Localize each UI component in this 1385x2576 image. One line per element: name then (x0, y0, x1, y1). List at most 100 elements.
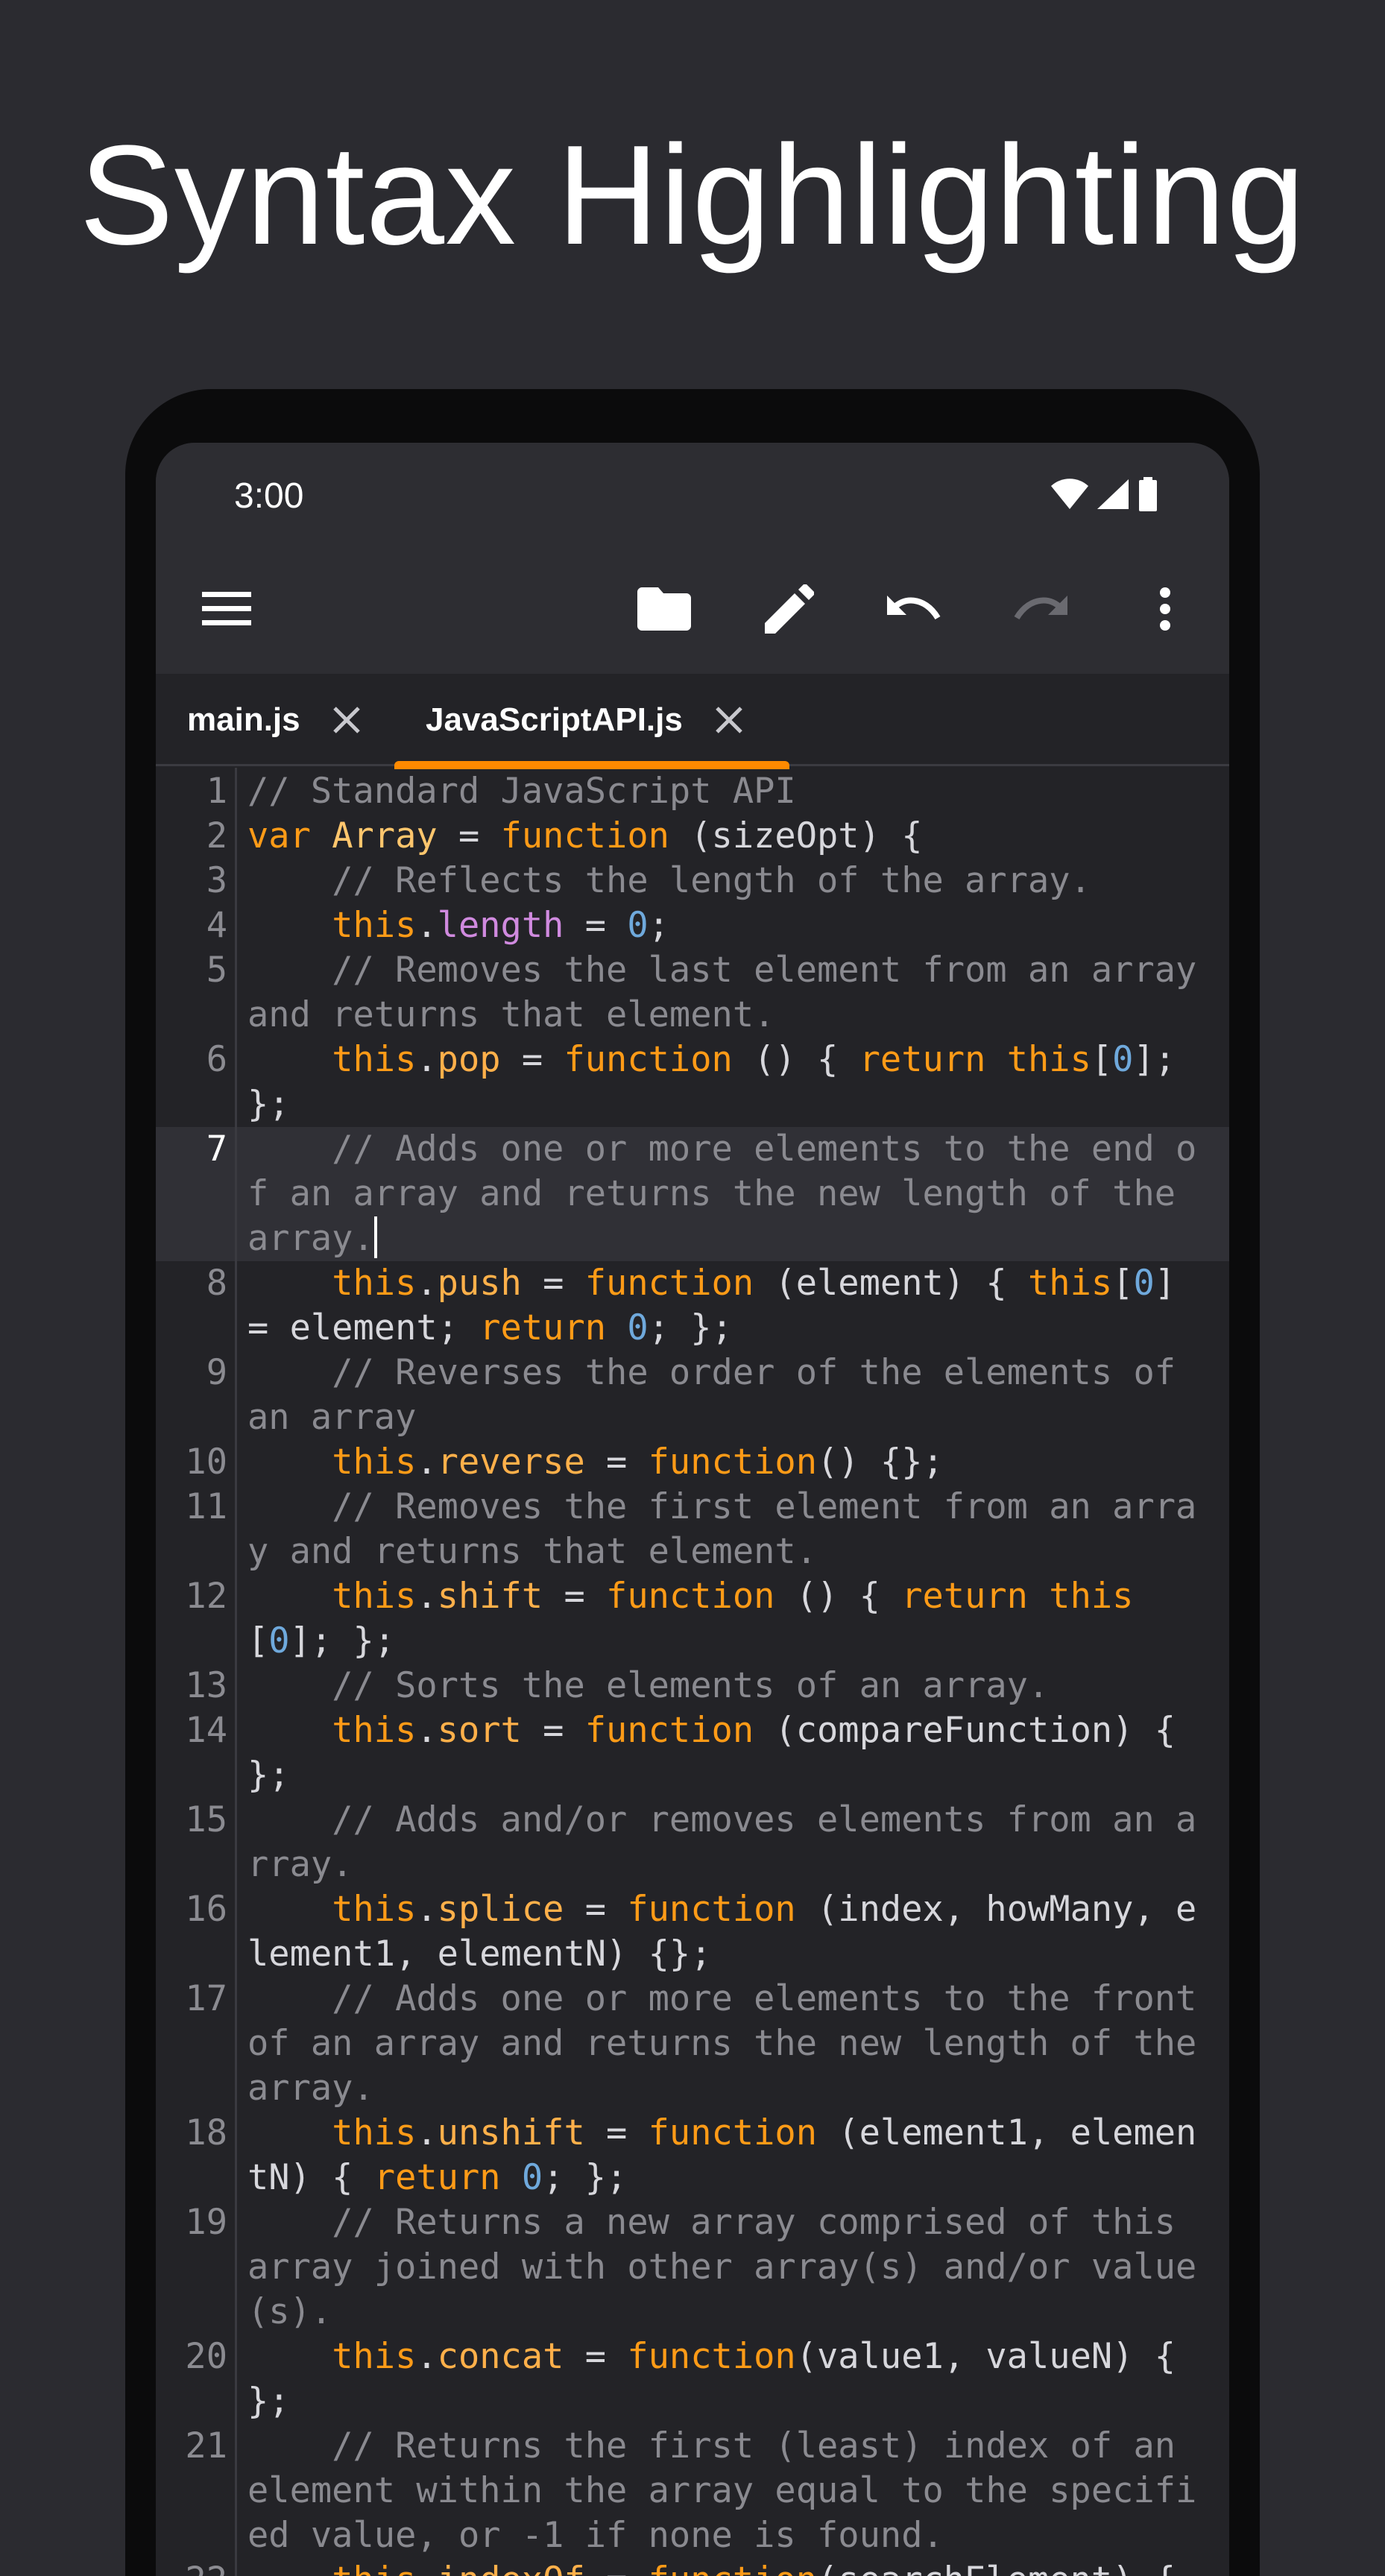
token-plain: = (584, 2112, 649, 2153)
code-line[interactable]: 12 this.shift = function () { return thi… (156, 1574, 1229, 1664)
token-keyword: this (332, 2560, 416, 2576)
token-plain: () { (732, 1039, 859, 1080)
token-plain: . (416, 1263, 438, 1304)
line-number: 2 (206, 815, 227, 856)
token-number: 0 (268, 1620, 290, 1661)
more-options-button[interactable] (1135, 581, 1195, 640)
edit-button[interactable] (760, 581, 819, 640)
open-folder-button[interactable] (634, 581, 694, 640)
code-text: // Sorts the elements of an array. (247, 1664, 1209, 1708)
token-keyword: return (373, 2157, 501, 2198)
code-line[interactable]: 10 this.reverse = function() {}; (156, 1440, 1229, 1485)
status-icons (1051, 477, 1158, 515)
battery-icon (1138, 477, 1158, 515)
wifi-icon (1051, 478, 1088, 514)
token-plain: = (543, 1576, 607, 1617)
close-icon[interactable] (330, 704, 363, 736)
text-cursor (373, 1216, 377, 1258)
code-line[interactable]: 13 // Sorts the elements of an array. (156, 1664, 1229, 1708)
code-line[interactable]: 20 this.concat = function(value1, valueN… (156, 2334, 1229, 2424)
token-method: splice (437, 1889, 564, 1930)
code-line[interactable]: 3 // Reflects the length of the array. (156, 859, 1229, 903)
code-editor[interactable]: 1 // Standard JavaScript API 2 var Array = … (156, 768, 1229, 2576)
code-line[interactable]: 11 // Removes the first element from an … (156, 1485, 1229, 1574)
token-keyword: function (584, 1263, 754, 1304)
code-line[interactable]: 8 this.push = function (element) { this[… (156, 1261, 1229, 1351)
menu-button[interactable] (197, 581, 256, 640)
token-keyword: return (479, 1307, 607, 1348)
code-line[interactable]: 15 // Adds and/or removes elements from … (156, 1798, 1229, 1887)
code-text: this.shift = function () { return this [0… (247, 1574, 1209, 1664)
line-number: 16 (185, 1889, 227, 1930)
line-number: 8 (206, 1263, 227, 1304)
app-toolbar (156, 547, 1229, 674)
line-number: 7 (206, 1128, 227, 1169)
tab-main-js[interactable]: main.js (187, 674, 363, 766)
token-comment: // Reflects the length of the array. (332, 860, 1091, 901)
token-keyword: function (564, 1039, 733, 1080)
code-line[interactable]: 14 this.sort = function (compareFunction… (156, 1708, 1229, 1798)
signal-icon (1096, 478, 1130, 514)
file-tabs: main.js JavaScriptAPI.js (156, 674, 1229, 766)
code-line[interactable]: 19 // Returns a new array comprised of t… (156, 2200, 1229, 2334)
line-number: 11 (185, 1486, 227, 1527)
code-text: var Array = function (sizeOpt) { (247, 814, 1209, 859)
tab-javascriptapi-js[interactable]: JavaScriptAPI.js (426, 674, 745, 766)
code-line[interactable]: 9 // Reverses the order of the elements … (156, 1351, 1229, 1440)
code-line[interactable]: 1 // Standard JavaScript API (156, 769, 1229, 814)
token-keyword: function (648, 2112, 818, 2153)
redo-icon (1012, 593, 1067, 629)
redo-button[interactable] (1010, 581, 1070, 640)
line-number: 5 (206, 950, 227, 991)
token-plain: [ (247, 1620, 269, 1661)
close-icon[interactable] (713, 704, 745, 736)
token-plain: . (416, 905, 438, 946)
token-plain: . (416, 1710, 438, 1751)
code-line[interactable]: 7 // Adds one or more elements to the en… (156, 1127, 1229, 1261)
token-comment: // Adds one or more elements to the fron… (247, 1978, 1218, 2109)
code-text: this.pop = function () { return this[0];… (247, 1038, 1209, 1127)
code-line[interactable]: 18 this.unshift = function (element1, el… (156, 2111, 1229, 2200)
code-line[interactable]: 6 this.pop = function () { return this[0… (156, 1038, 1229, 1127)
code-text: // Reverses the order of the elements of… (247, 1351, 1209, 1440)
token-keyword: this (332, 1710, 417, 1751)
menu-icon (202, 590, 251, 631)
token-keyword: this (332, 1889, 417, 1930)
undo-button[interactable] (885, 581, 944, 640)
token-plain: = (437, 815, 501, 856)
code-text: this.sort = function (compareFunction) {… (247, 1708, 1209, 1798)
token-number: 0 (1112, 1039, 1134, 1080)
code-line[interactable]: 17 // Adds one or more elements to the f… (156, 1977, 1229, 2111)
code-line[interactable]: 2 var Array = function (sizeOpt) { (156, 814, 1229, 859)
token-keyword: function (648, 1442, 818, 1483)
token-comment: // Standard JavaScript API (247, 771, 796, 812)
code-line[interactable]: 4 this.length = 0; (156, 903, 1229, 948)
line-number: 3 (206, 860, 227, 901)
token-plain: = (564, 905, 628, 946)
token-keyword: this (332, 1039, 417, 1080)
token-comment: // Adds one or more elements to the end … (247, 1128, 1197, 1259)
token-plain: = (584, 1442, 649, 1483)
token-method: reverse (437, 1442, 585, 1483)
token-comment: // Returns a new array comprised of this… (247, 2202, 1197, 2332)
undo-icon (887, 593, 942, 629)
token-method: sort (437, 1710, 522, 1751)
line-number: 13 (185, 1665, 227, 1706)
line-number: 21 (185, 2425, 227, 2466)
token-keyword: function (627, 2336, 796, 2377)
token-keyword: this (332, 905, 417, 946)
token-plain: ; (648, 905, 669, 946)
token-plain: = (564, 2336, 628, 2377)
code-line[interactable]: 21 // Returns the first (least) index of… (156, 2424, 1229, 2558)
code-line[interactable]: 16 this.splice = function (index, howMan… (156, 1887, 1229, 1977)
token-keyword: this (332, 1576, 417, 1617)
code-text: this.unshift = function (element1, eleme… (247, 2111, 1209, 2200)
code-line[interactable]: 22 this.indexOf = function(searchElement… (156, 2558, 1229, 2576)
code-line[interactable]: 5 // Removes the last element from an ar… (156, 948, 1229, 1038)
